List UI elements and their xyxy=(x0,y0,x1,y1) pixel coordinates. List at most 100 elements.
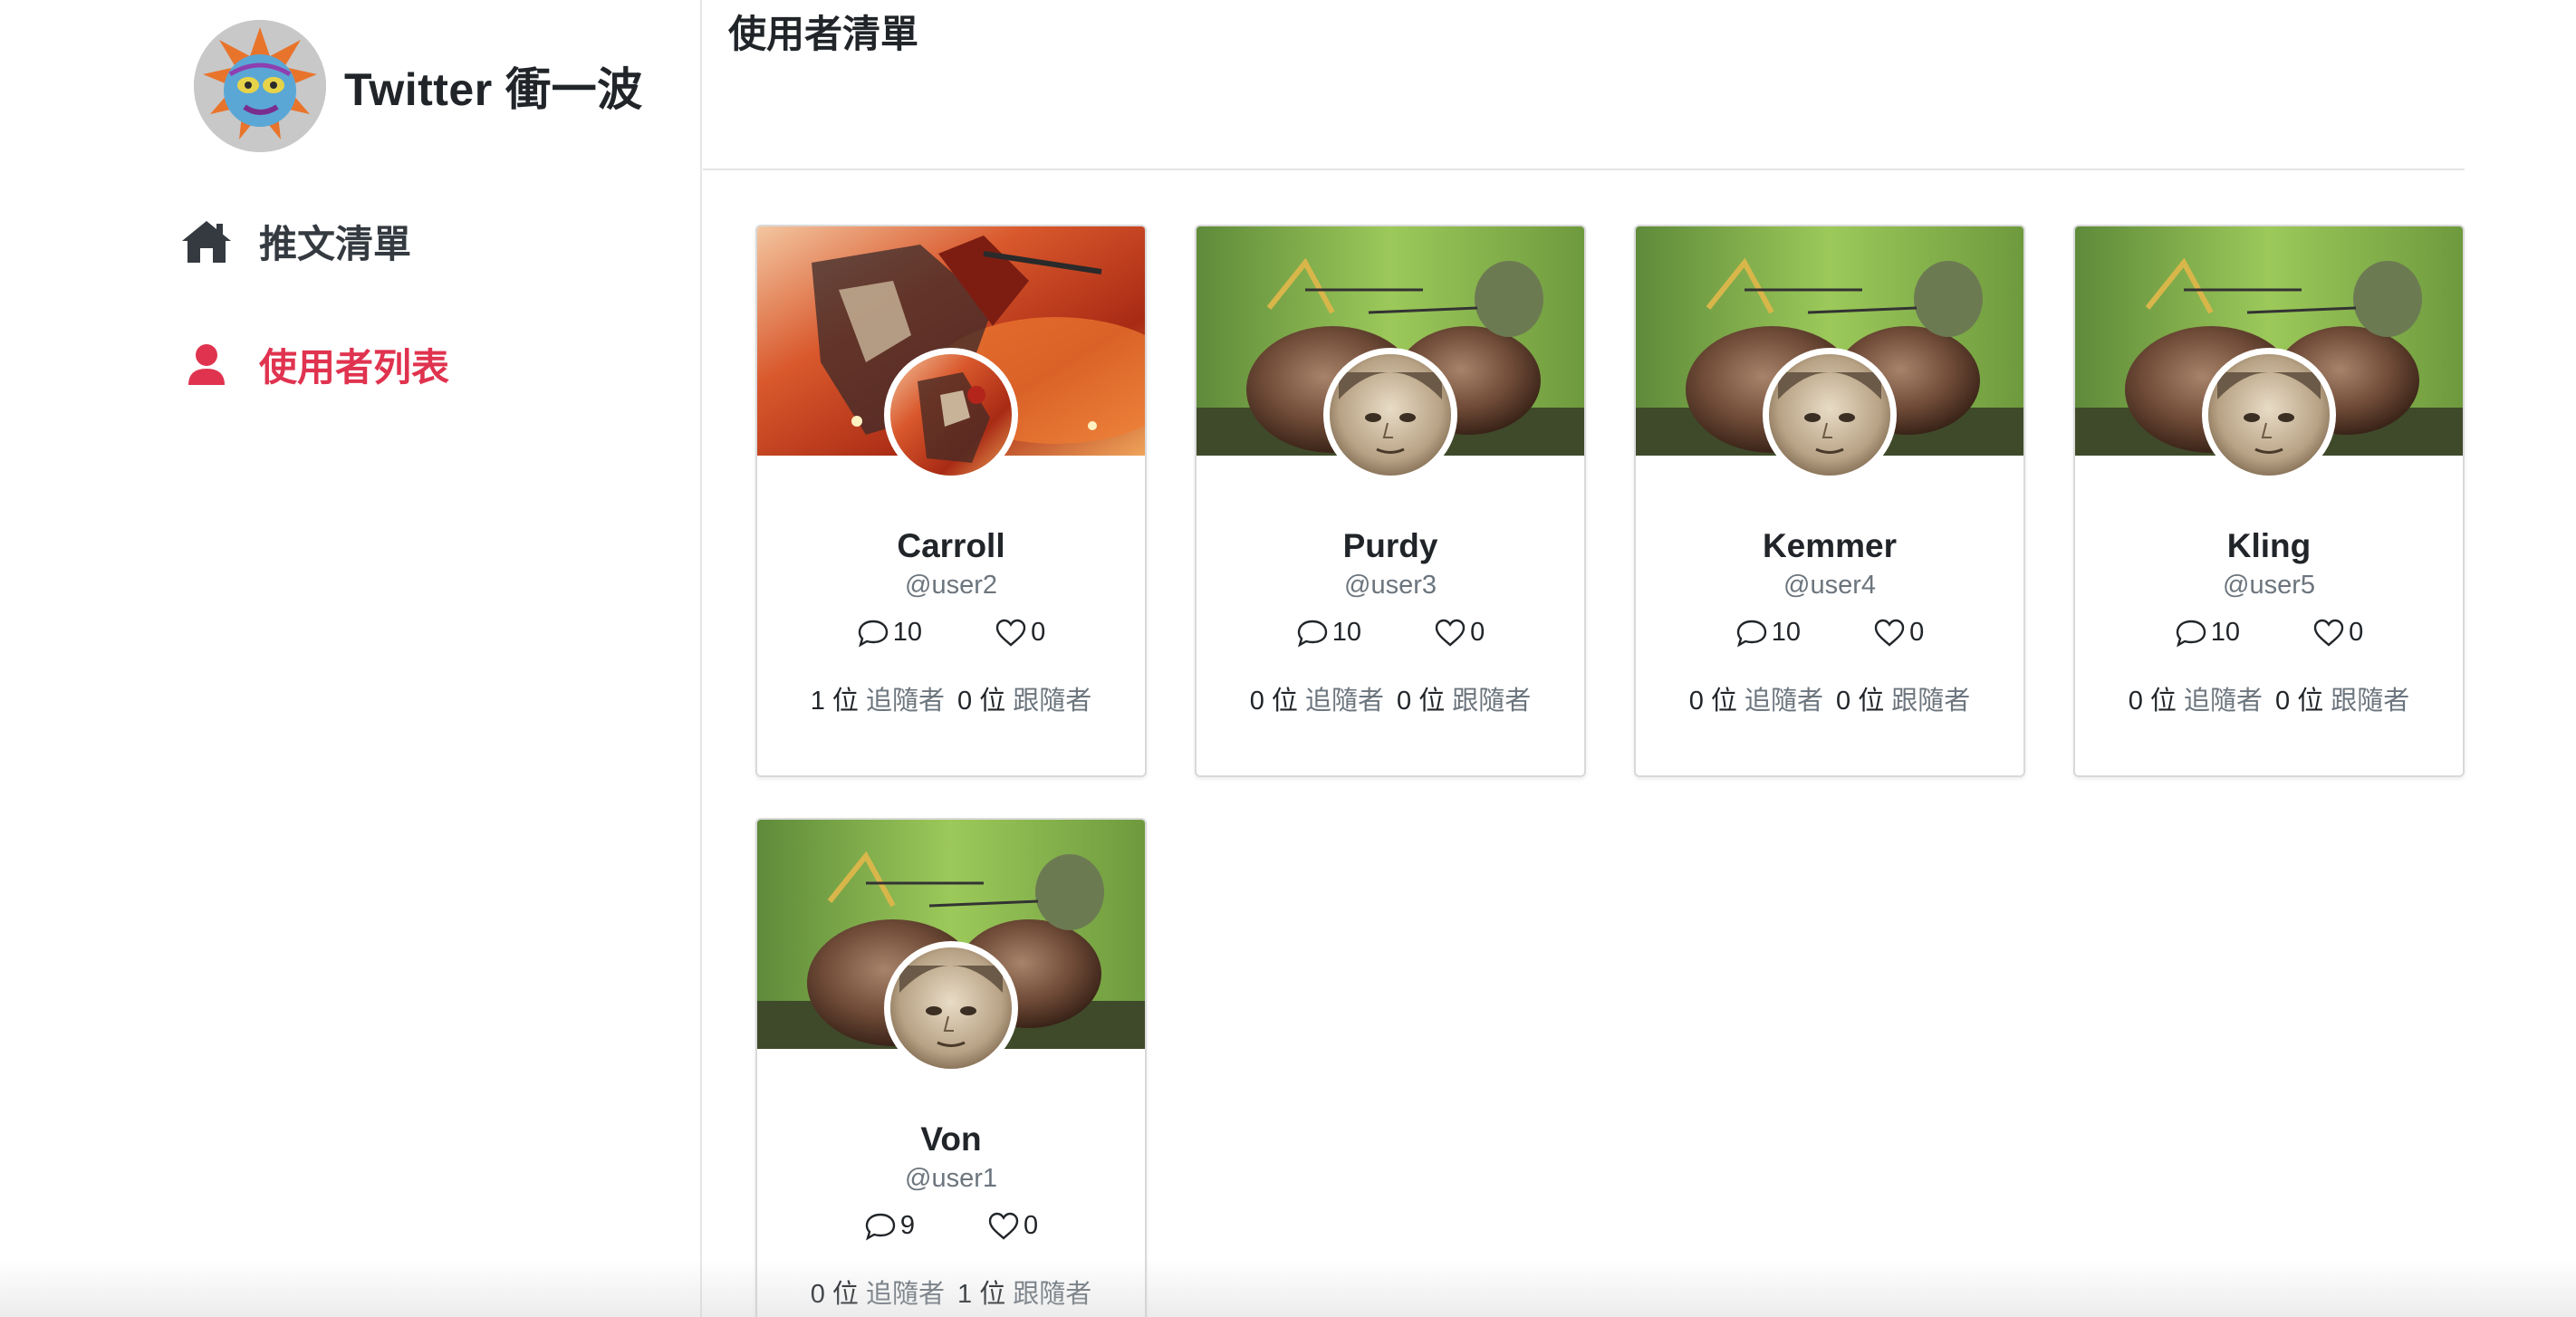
unit-label: 位 xyxy=(2149,687,2177,716)
following-count: 0 xyxy=(1397,687,1412,716)
heart-icon xyxy=(1435,619,1466,647)
follower-count: 1 xyxy=(810,687,825,716)
like-count-value: 0 xyxy=(2349,618,2364,647)
user-card[interactable]: Kling @user5 10 0 0 位 追隨者 0 位 跟隨者 xyxy=(2073,225,2465,777)
follow-counts: 0 位 追隨者 0 位 跟隨者 xyxy=(1197,679,1584,717)
user-card[interactable]: Purdy @user3 10 0 0 位 追隨者 0 位 跟隨者 xyxy=(1195,225,1586,777)
nav-item-users[interactable]: 使用者列表 xyxy=(179,337,449,392)
followers-label: 追隨者 xyxy=(1304,687,1384,716)
following-label: 跟隨者 xyxy=(1013,1280,1092,1309)
comment-icon xyxy=(1736,620,1766,648)
tweet-count-value: 10 xyxy=(1771,618,1802,647)
following-label: 跟隨者 xyxy=(2331,687,2410,716)
tweet-count: 10 xyxy=(857,618,922,648)
header-divider xyxy=(703,168,2465,170)
unit-label: 位 xyxy=(979,1280,1006,1309)
user-handle: @user5 xyxy=(2223,571,2315,600)
followers-label: 追隨者 xyxy=(1744,687,1823,716)
like-count-value: 0 xyxy=(1031,618,1046,647)
avatar[interactable] xyxy=(884,348,1018,482)
heart-icon xyxy=(1874,619,1905,647)
unit-label: 位 xyxy=(1710,687,1737,716)
like-count-value: 0 xyxy=(1909,618,1925,647)
user-card[interactable]: Von @user1 9 0 0 位 追隨者 1 位 跟隨者 xyxy=(755,818,1147,1317)
user-handle: @user3 xyxy=(1344,571,1437,600)
nav-label-users: 使用者列表 xyxy=(259,346,450,389)
user-handle: @user4 xyxy=(1783,571,1876,600)
tweet-count-value: 9 xyxy=(899,1211,915,1240)
user-stats: 10 0 xyxy=(2075,618,2463,648)
user-name[interactable]: Kling xyxy=(2075,527,2463,565)
heart-icon xyxy=(995,619,1026,647)
like-count: 0 xyxy=(1434,618,1485,648)
user-name[interactable]: Purdy xyxy=(1197,527,1584,565)
avatar[interactable] xyxy=(1763,348,1897,482)
like-count: 0 xyxy=(1873,618,1924,648)
followers-label: 追隨者 xyxy=(865,1280,945,1309)
follow-counts: 0 位 追隨者 1 位 跟隨者 xyxy=(757,1273,1145,1311)
following-count: 0 xyxy=(957,687,973,716)
user-name[interactable]: Carroll xyxy=(757,527,1145,565)
user-card[interactable]: Kemmer @user4 10 0 0 位 追隨者 0 位 跟隨者 xyxy=(1634,225,2025,777)
unit-label: 位 xyxy=(2297,687,2324,716)
nav-item-tweets[interactable]: 推文清單 xyxy=(179,214,411,269)
follower-count: 0 xyxy=(810,1280,825,1309)
unit-label: 位 xyxy=(1271,687,1298,716)
user-stats: 9 0 xyxy=(757,1211,1145,1241)
followers-label: 追隨者 xyxy=(2183,687,2263,716)
following-label: 跟隨者 xyxy=(1452,687,1532,716)
unit-label: 位 xyxy=(979,687,1006,716)
follower-count: 0 xyxy=(2128,687,2143,716)
user-name[interactable]: Von xyxy=(757,1120,1145,1158)
like-count-value: 0 xyxy=(1024,1211,1039,1240)
followers-label: 追隨者 xyxy=(865,687,945,716)
user-stats: 10 0 xyxy=(1197,618,1584,648)
page-title: 使用者清單 xyxy=(728,13,919,55)
user-stats: 10 0 xyxy=(1636,618,2023,648)
brand-link[interactable]: Twitter 衝一波 xyxy=(194,20,643,152)
follower-count: 0 xyxy=(1688,687,1704,716)
comment-icon xyxy=(865,1213,896,1241)
avatar[interactable] xyxy=(884,941,1018,1075)
tweet-count: 10 xyxy=(2175,618,2240,648)
tweet-count-value: 10 xyxy=(1331,618,1362,647)
brand-title: Twitter 衝一波 xyxy=(344,64,643,115)
tweet-count: 10 xyxy=(1296,618,1361,648)
sidebar: Twitter 衝一波 推文清單 使用者列表 xyxy=(0,0,702,1317)
unit-label: 位 xyxy=(1418,687,1446,716)
tweet-count: 10 xyxy=(1735,618,1801,648)
nav-label-tweets: 推文清單 xyxy=(259,223,412,265)
avatar[interactable] xyxy=(1323,348,1457,482)
user-icon xyxy=(179,338,234,392)
avatar[interactable] xyxy=(2202,348,2336,482)
unit-label: 位 xyxy=(831,687,859,716)
like-count: 0 xyxy=(995,618,1045,648)
heart-icon xyxy=(988,1212,1019,1240)
comment-icon xyxy=(2176,620,2206,648)
user-handle: @user2 xyxy=(905,571,997,600)
follower-count: 0 xyxy=(1249,687,1264,716)
like-count: 0 xyxy=(987,1211,1038,1241)
user-name[interactable]: Kemmer xyxy=(1636,527,2023,565)
follow-counts: 0 位 追隨者 0 位 跟隨者 xyxy=(2075,679,2463,717)
like-count: 0 xyxy=(2312,618,2363,648)
comment-icon xyxy=(1297,620,1327,648)
heart-icon xyxy=(2313,619,2344,647)
following-label: 跟隨者 xyxy=(1013,687,1092,716)
unit-label: 位 xyxy=(1858,687,1885,716)
like-count-value: 0 xyxy=(1470,618,1485,647)
cartoon-avatar-icon xyxy=(194,20,326,152)
follow-counts: 0 位 追隨者 0 位 跟隨者 xyxy=(1636,679,2023,717)
following-count: 1 xyxy=(957,1280,973,1309)
following-count: 0 xyxy=(2275,687,2291,716)
app-page: Twitter 衝一波 推文清單 使用者列表 使用者清單 Carroll @us… xyxy=(0,0,2576,1317)
unit-label: 位 xyxy=(831,1280,859,1309)
user-stats: 10 0 xyxy=(757,618,1145,648)
home-icon xyxy=(179,215,234,269)
following-label: 跟隨者 xyxy=(1891,687,1971,716)
user-handle: @user1 xyxy=(905,1164,997,1193)
user-card[interactable]: Carroll @user2 10 0 1 位 追隨者 0 位 跟隨者 xyxy=(755,225,1147,777)
tweet-count-value: 10 xyxy=(892,618,923,647)
following-count: 0 xyxy=(1836,687,1851,716)
follow-counts: 1 位 追隨者 0 位 跟隨者 xyxy=(757,679,1145,717)
